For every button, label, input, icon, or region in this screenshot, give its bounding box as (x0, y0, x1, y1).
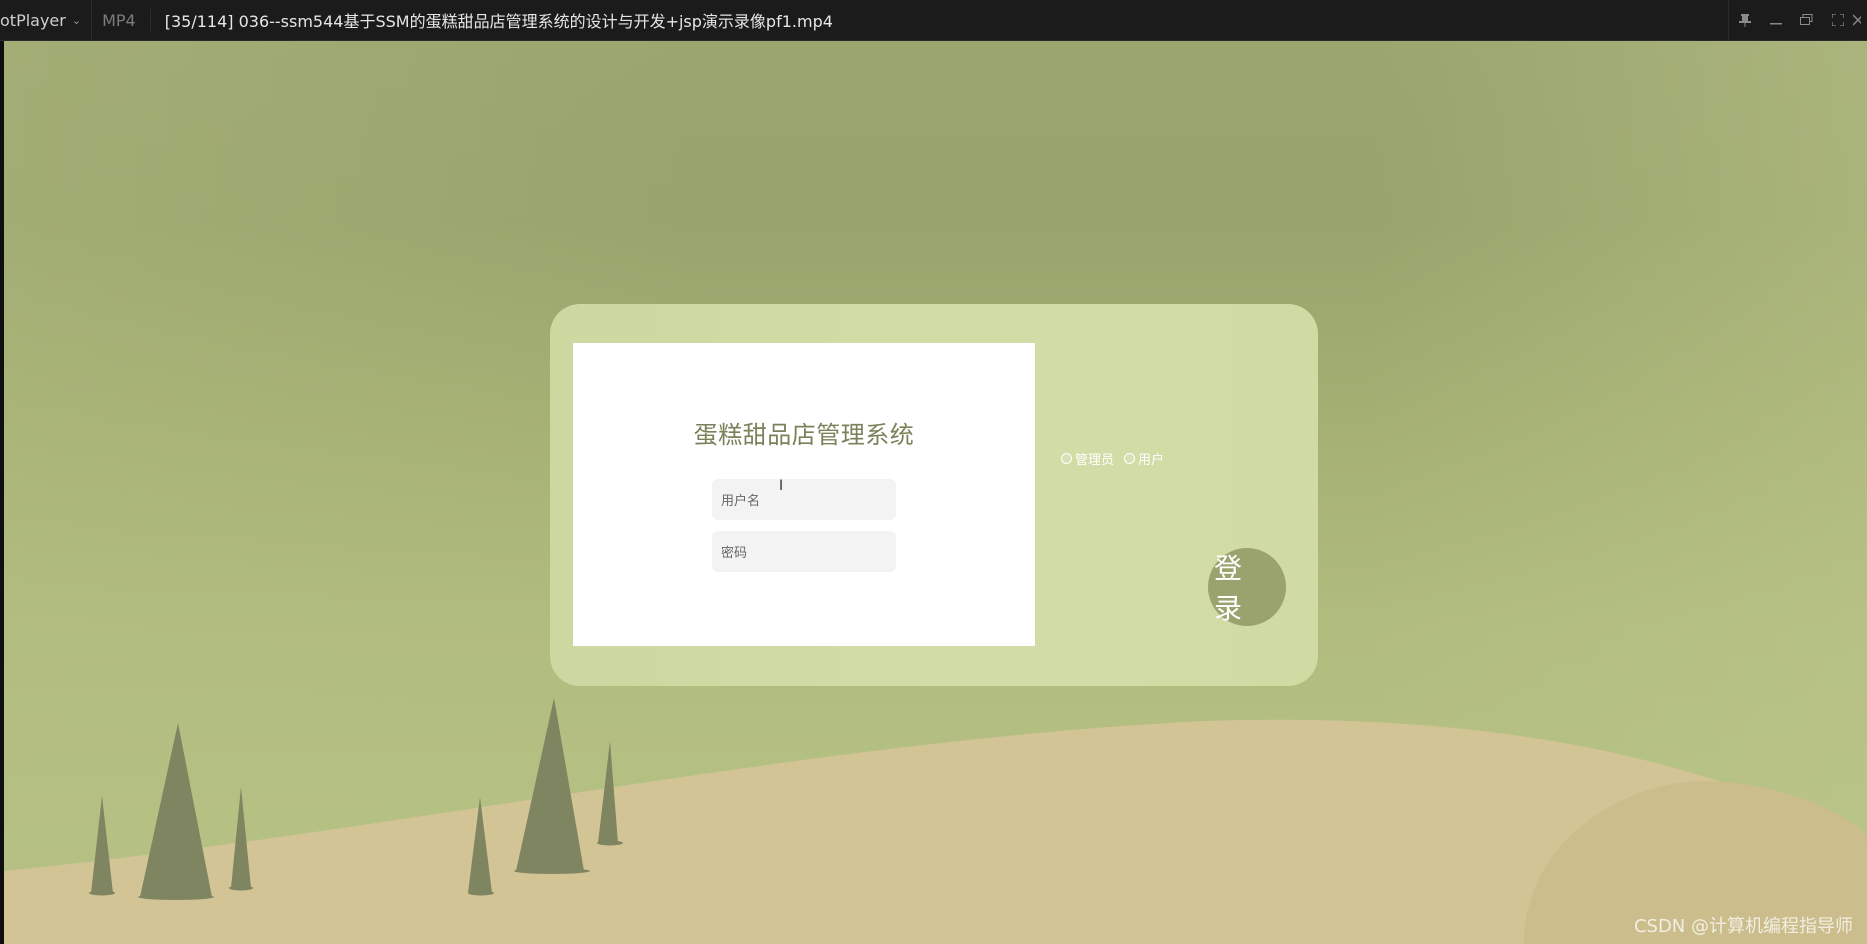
username-input[interactable]: 用户名 (712, 479, 896, 520)
radio-admin[interactable] (1061, 453, 1072, 464)
tree-shadow (514, 868, 590, 874)
player-titlebar: otPlayer ⌄ MP4 [35/114] 036--ssm544基于SSM… (0, 0, 1867, 41)
pin-icon[interactable] (1729, 0, 1760, 40)
video-frame: 蛋糕甜品店管理系统 用户名 密码 I 管理员 用户 登 录 CSDN @计算机编… (4, 41, 1867, 944)
tree (231, 787, 251, 888)
tree-shadow (138, 894, 214, 900)
restore-icon[interactable] (1791, 0, 1822, 40)
fullscreen-icon[interactable] (1822, 0, 1853, 40)
text-cursor-icon: I (779, 478, 784, 494)
radio-user[interactable] (1124, 453, 1136, 464)
role-admin[interactable]: 管理员 (1061, 449, 1114, 468)
close-icon[interactable] (1853, 0, 1867, 40)
csdn-watermark: CSDN @计算机编程指导师 (1633, 916, 1853, 937)
login-form: 蛋糕甜品店管理系统 用户名 密码 I (573, 343, 1035, 646)
window-controls (1728, 0, 1867, 40)
tree-shadow (597, 840, 623, 846)
role-admin-label: 管理员 (1075, 453, 1115, 468)
login-button[interactable]: 登 录 (1208, 548, 1286, 626)
role-user-label: 用户 (1138, 453, 1165, 468)
file-title: [35/114] 036--ssm544基于SSM的蛋糕甜品店管理系统的设计与开… (164, 12, 833, 31)
app-name: otPlayer (0, 10, 66, 30)
system-title: 蛋糕甜品店管理系统 (693, 421, 915, 449)
tree-shadow (229, 885, 253, 891)
chevron-down-icon: ⌄ (71, 13, 82, 27)
tree-shadow (468, 890, 494, 896)
role-user[interactable]: 用户 (1124, 449, 1164, 468)
format-badge: MP4 (92, 9, 151, 31)
tree (516, 698, 584, 871)
tree (91, 796, 113, 893)
minimize-icon[interactable] (1760, 0, 1791, 40)
login-card: 蛋糕甜品店管理系统 用户名 密码 I 管理员 用户 登 录 (550, 304, 1318, 686)
tree (140, 723, 212, 897)
password-placeholder: 密码 (721, 546, 748, 561)
username-placeholder: 用户名 (721, 494, 761, 509)
tree-shadow (89, 890, 115, 896)
password-input[interactable]: 密码 (712, 531, 896, 572)
player-app-menu[interactable]: otPlayer ⌄ (0, 0, 93, 40)
role-selector: 管理员 用户 (1061, 449, 1174, 468)
